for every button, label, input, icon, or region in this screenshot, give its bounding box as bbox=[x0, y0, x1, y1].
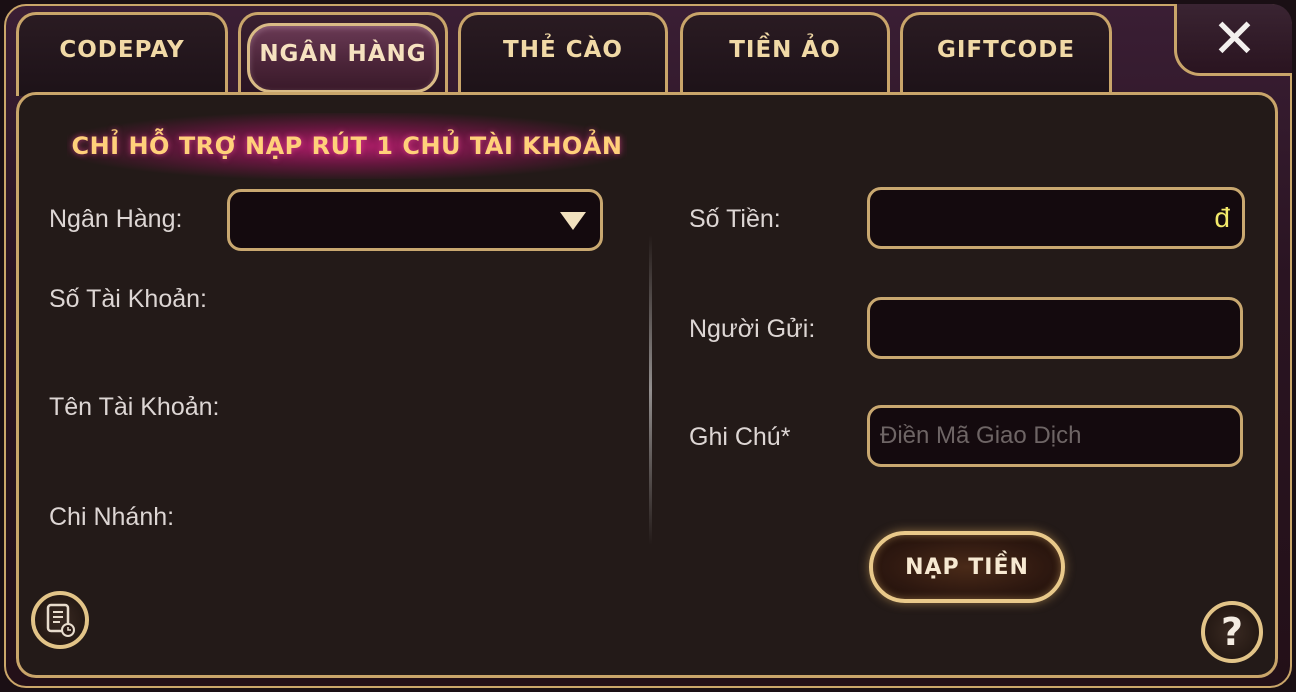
deposit-button-label: NẠP TIỀN bbox=[905, 554, 1029, 580]
tab-codepay[interactable]: CODEPAY bbox=[16, 12, 228, 96]
history-button[interactable] bbox=[31, 591, 89, 649]
column-divider bbox=[649, 235, 652, 545]
chevron-down-icon bbox=[560, 212, 586, 230]
close-button[interactable]: ✕ bbox=[1174, 4, 1292, 76]
tab-the-cao-label: THẺ CÀO bbox=[503, 37, 623, 63]
note-field[interactable] bbox=[867, 405, 1243, 467]
sender-input[interactable] bbox=[870, 300, 1240, 356]
account-number-label: Số Tài Khoản: bbox=[49, 285, 207, 313]
currency-symbol: đ bbox=[1214, 202, 1230, 233]
amount-input[interactable] bbox=[870, 190, 1242, 246]
tab-ngan-hang-label: NGÂN HÀNG bbox=[259, 41, 427, 67]
tab-the-cao[interactable]: THẺ CÀO bbox=[458, 12, 668, 96]
account-name-label: Tên Tài Khoản: bbox=[49, 393, 220, 421]
history-icon bbox=[46, 603, 75, 637]
tab-giftcode-label: GIFTCODE bbox=[936, 37, 1076, 63]
notice-banner: CHỈ HỖ TRỢ NẠP RÚT 1 CHỦ TÀI KHOẢN bbox=[67, 113, 627, 179]
bank-dropdown[interactable] bbox=[227, 189, 603, 251]
tab-ngan-hang[interactable]: NGÂN HÀNG bbox=[238, 12, 448, 96]
tab-tien-ao[interactable]: TIỀN ẢO bbox=[680, 12, 890, 96]
note-label: Ghi Chú* bbox=[689, 423, 791, 451]
deposit-button[interactable]: NẠP TIỀN bbox=[869, 531, 1065, 603]
help-icon: ? bbox=[1220, 610, 1244, 654]
amount-label: Số Tiền: bbox=[689, 205, 781, 233]
help-button[interactable]: ? bbox=[1201, 601, 1263, 663]
sender-label: Người Gửi: bbox=[689, 315, 816, 343]
amount-field[interactable]: đ bbox=[867, 187, 1245, 249]
tab-giftcode[interactable]: GIFTCODE bbox=[900, 12, 1112, 96]
tab-tien-ao-label: TIỀN ẢO bbox=[729, 37, 841, 63]
close-icon: ✕ bbox=[1211, 6, 1258, 70]
branch-label: Chi Nhánh: bbox=[49, 503, 175, 531]
tab-codepay-label: CODEPAY bbox=[59, 37, 185, 63]
sender-field[interactable] bbox=[867, 297, 1243, 359]
bank-label: Ngân Hàng: bbox=[49, 205, 183, 233]
note-input[interactable] bbox=[870, 408, 1240, 464]
main-panel: CHỈ HỖ TRỢ NẠP RÚT 1 CHỦ TÀI KHOẢN Ngân … bbox=[16, 92, 1278, 678]
